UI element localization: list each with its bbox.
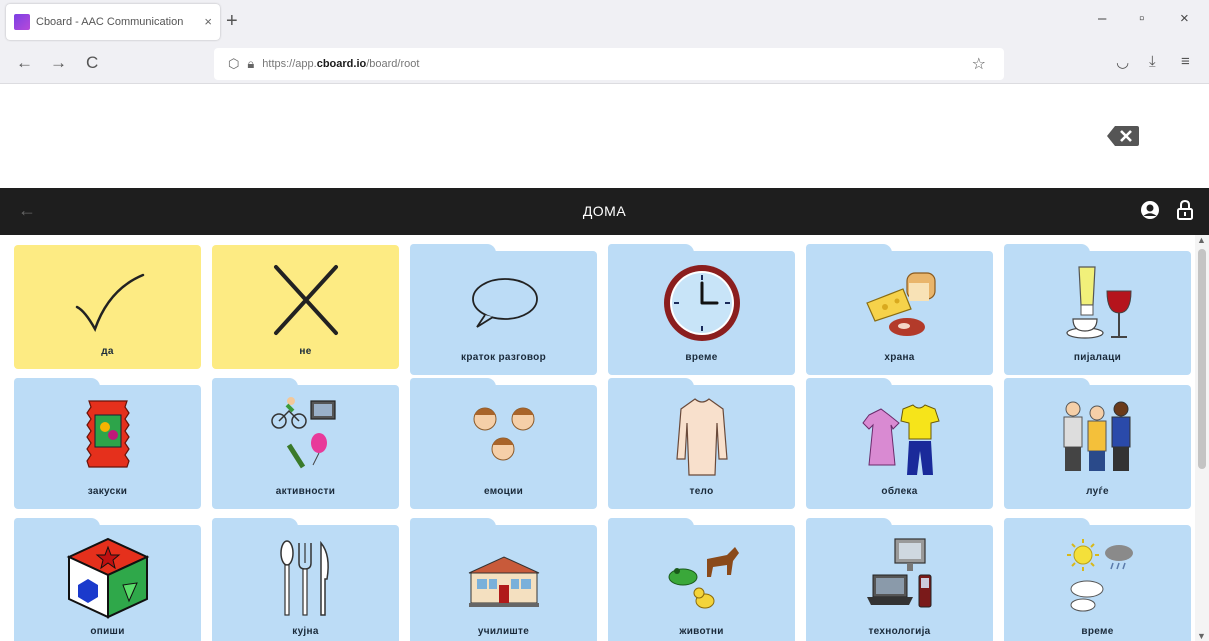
tile-label: да [101, 346, 114, 357]
browser-forward-icon[interactable]: → [50, 52, 67, 74]
board-scrollbar[interactable]: ▲ ▼ [1195, 235, 1209, 641]
scrollbar-thumb[interactable] [1198, 249, 1206, 469]
tile-label: закуски [87, 486, 128, 497]
minimize-icon[interactable]: – [1098, 10, 1106, 27]
tracking-shield-icon[interactable]: ⬡ [228, 56, 239, 72]
tile-label: време [1081, 626, 1114, 637]
tile-time[interactable]: време [608, 244, 795, 375]
tile-school[interactable]: училиште [410, 518, 597, 641]
tile-animals[interactable]: животни [608, 518, 795, 641]
tile-food[interactable]: храна [806, 244, 993, 375]
weather-icon [1066, 539, 1133, 612]
clothes-icon [861, 404, 940, 475]
browser-tab-bar: Cboard - AAC Communication × + – ▫ × [0, 0, 1209, 44]
tile-label: опиши [90, 626, 125, 637]
tile-label: животни [679, 626, 724, 637]
computer-icon [866, 538, 931, 608]
tile-body[interactable]: тело [608, 378, 795, 509]
tile-label: кујна [292, 626, 319, 637]
tile-weather[interactable]: време [1004, 518, 1191, 641]
food-icon [865, 272, 936, 336]
tile-technology[interactable]: технологија [806, 518, 993, 641]
board-header: ← ДОМА [0, 188, 1209, 235]
board-title: ДОМА [582, 203, 627, 219]
browser-tab[interactable]: Cboard - AAC Communication × [6, 4, 220, 40]
tile-label: луѓе [1086, 486, 1109, 497]
tile-label: време [685, 352, 718, 363]
tile-activities[interactable]: активности [212, 378, 399, 509]
speech-bubble-icon [471, 278, 538, 328]
browser-back-icon[interactable]: ← [16, 52, 33, 74]
tile-yes[interactable]: да [14, 245, 201, 369]
tab-close-icon[interactable]: × [204, 14, 212, 29]
tile-label: технологија [868, 626, 931, 637]
clock-icon [663, 265, 740, 341]
tab-title: Cboard - AAC Communication [36, 16, 184, 28]
faces-icon [473, 407, 534, 461]
scroll-up-icon[interactable]: ▲ [1197, 235, 1206, 245]
user-account-icon[interactable] [1140, 200, 1160, 220]
tile-label: активности [275, 486, 336, 497]
shape-cube-icon [66, 537, 149, 619]
people-icon [1063, 401, 1130, 471]
reload-icon[interactable]: C [86, 52, 98, 74]
scroll-down-icon[interactable]: ▼ [1197, 631, 1206, 641]
browser-nav-bar: ← → C ⬡ 🔒︎ https://app.cboard.io/board/r… [0, 44, 1209, 84]
tile-label: емоции [483, 486, 524, 497]
tile-describe[interactable]: опиши [14, 518, 201, 641]
tile-label: тело [689, 486, 714, 497]
pocket-icon[interactable]: ◡ [1116, 53, 1129, 71]
output-bar[interactable] [0, 84, 1209, 188]
tile-kitchen[interactable]: кујна [212, 518, 399, 641]
cboard-favicon-icon [14, 14, 30, 30]
tile-clothes[interactable]: облека [806, 378, 993, 509]
cutlery-icon [279, 540, 329, 616]
checkmark-icon [75, 273, 144, 333]
animals-icon [668, 547, 739, 609]
bookmark-star-icon[interactable]: ☆ [972, 54, 986, 74]
tile-snacks[interactable]: закуски [14, 378, 201, 509]
tile-emotions[interactable]: емоции [410, 378, 597, 509]
tile-label: училиште [477, 626, 530, 637]
url-bar[interactable]: ⬡ 🔒︎ https://app.cboard.io/board/root ☆ [214, 48, 1004, 80]
lock-board-icon[interactable] [1176, 199, 1194, 221]
tile-small-talk[interactable]: краток разговор [410, 244, 597, 375]
snack-bag-icon [85, 400, 130, 468]
tile-label: храна [884, 352, 915, 363]
tile-label: краток разговор [461, 352, 546, 363]
activities-icon [270, 397, 336, 469]
backspace-icon[interactable] [1106, 125, 1140, 147]
tile-people[interactable]: луѓе [1004, 378, 1191, 509]
menu-icon[interactable]: ≡ [1181, 53, 1190, 70]
new-tab-button[interactable]: + [226, 9, 238, 33]
lock-icon[interactable]: 🔒︎ [247, 56, 254, 72]
tile-label: не [299, 346, 312, 357]
drinks-icon [1065, 266, 1132, 339]
download-icon[interactable]: ⤓ [1149, 53, 1156, 70]
window-close-icon[interactable]: × [1180, 10, 1189, 27]
tile-label: облека [881, 486, 918, 497]
maximize-icon[interactable]: ▫ [1139, 10, 1144, 27]
url-text[interactable]: https://app.cboard.io/board/root [262, 58, 419, 70]
tile-no[interactable]: не [212, 245, 399, 369]
school-icon [468, 556, 539, 607]
tile-label: пијалаци [1073, 352, 1122, 363]
cross-icon [273, 265, 338, 335]
body-icon [675, 398, 728, 476]
board-grid: да не краток разговор време храна пијала… [0, 235, 1195, 641]
tile-drinks[interactable]: пијалаци [1004, 244, 1191, 375]
